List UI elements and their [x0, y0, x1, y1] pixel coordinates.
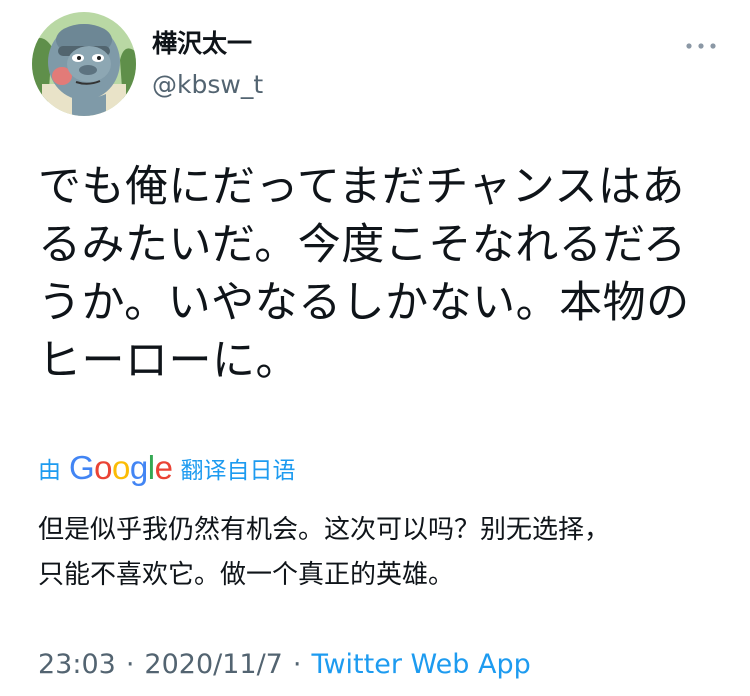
display-name[interactable]: 樺沢太一	[152, 28, 252, 60]
translated-text-line: 但是似乎我仍然有机会。这次可以吗？别无选择，	[38, 515, 611, 545]
tweet-text-line: でも俺にだってまだチャンスはあ	[38, 162, 685, 212]
user-handle[interactable]: @kbsw_t	[152, 70, 263, 100]
translated-text: 但是似乎我仍然有机会。这次可以吗？别无选择， 只能不喜欢它。做一个真正的英雄。	[38, 508, 728, 598]
tweet-time[interactable]: 23:03	[38, 649, 116, 680]
meta-separator: ·	[292, 648, 302, 680]
meta-separator: ·	[125, 648, 135, 680]
translate-prefix: 由	[38, 458, 61, 484]
more-horizontal-icon[interactable]	[684, 38, 718, 52]
tweet-text-line: うか。いやなるしかない。本物の	[38, 278, 690, 328]
tweet-text-line: るみたいだ。今度こそなれるだろ	[38, 220, 687, 270]
google-logo-letter: l	[147, 449, 155, 486]
translate-attribution[interactable]: 由 Google 翻译自日语	[38, 448, 295, 488]
google-logo-letter: o	[94, 449, 113, 486]
google-logo-letter: o	[112, 449, 130, 486]
translated-text-line: 只能不喜欢它。做一个真正的英雄。	[38, 560, 455, 590]
gorilla-avatar-icon	[32, 12, 136, 116]
tweet-text: でも俺にだってまだチャンスはあ るみたいだ。今度こそなれるだろ うか。いやなるし…	[38, 158, 728, 390]
translate-source-language: 翻译自日语	[180, 458, 296, 484]
google-logo-letter: g	[129, 449, 148, 486]
google-logo-letter: e	[154, 449, 173, 486]
google-logo: Google	[69, 449, 173, 487]
avatar[interactable]	[32, 12, 136, 116]
google-logo-letter: G	[69, 449, 95, 486]
tweet-card: 樺沢太一 @kbsw_t でも俺にだってまだチャンスはあ るみたいだ。今度こそな…	[0, 0, 750, 696]
tweet-text-line: ヒーローに。	[38, 336, 299, 386]
tweet-source-link[interactable]: Twitter Web App	[311, 649, 530, 680]
tweet-date[interactable]: 2020/11/7	[144, 649, 282, 680]
tweet-meta: 23:03 · 2020/11/7 · Twitter Web App	[38, 644, 531, 684]
